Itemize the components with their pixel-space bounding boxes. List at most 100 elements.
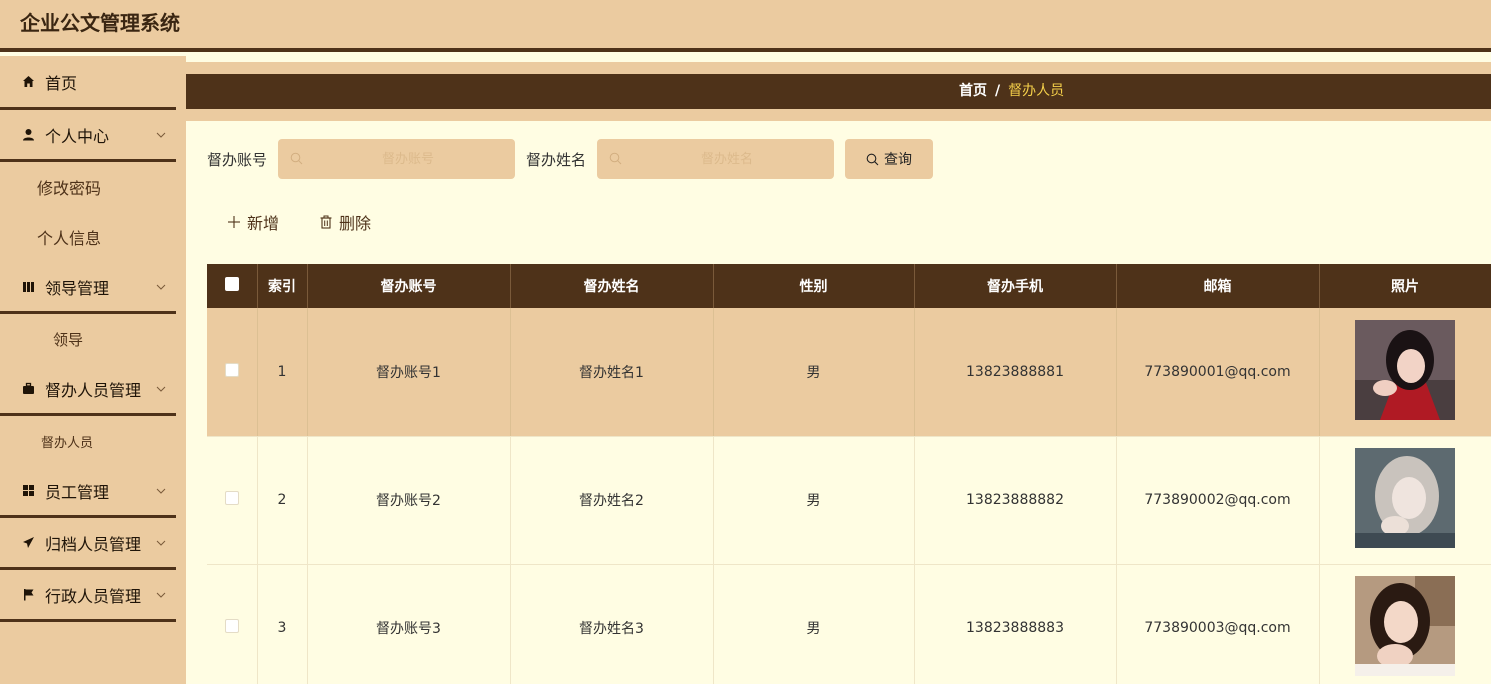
sidebar: 首页 个人中心 修改密码 个人信息 领导管理 领导 督办人员管理 督办人员 员工… <box>0 56 186 684</box>
divider <box>186 62 1491 74</box>
user-icon <box>20 127 36 143</box>
cell-phone: 13823888883 <box>914 564 1117 684</box>
column-header[interactable]: 索引 <box>257 264 308 308</box>
divider <box>186 109 1491 121</box>
sidebar-item-personal-center[interactable]: 个人中心 <box>0 110 176 162</box>
row-checkbox[interactable] <box>224 619 239 633</box>
sidebar-item-admin-management[interactable]: 行政人员管理 <box>0 570 176 622</box>
sidebar-item-label: 归档人员管理 <box>45 534 142 554</box>
cell-account: 督办账号1 <box>307 308 511 437</box>
sidebar-item-label: 个人中心 <box>45 126 110 146</box>
cell-account: 督办账号3 <box>307 564 511 684</box>
add-button-label: 新增 <box>247 214 280 233</box>
account-label: 督办账号 <box>207 150 268 169</box>
cell-phone: 13823888881 <box>914 308 1117 437</box>
select-all-checkbox[interactable] <box>224 277 239 291</box>
sidebar-item-archive-management[interactable]: 归档人员管理 <box>0 518 176 570</box>
chevron-down-icon <box>156 284 166 290</box>
account-search-input[interactable] <box>308 139 509 179</box>
cell-phone: 13823888882 <box>914 436 1117 565</box>
cell-name: 督办姓名2 <box>510 436 714 565</box>
cell-email: 773890001@qq.com <box>1116 308 1320 437</box>
home-icon <box>20 74 36 90</box>
supervisor-table: 索引 督办账号 督办姓名 性别 督办手机 邮箱 照片 1 督办账号1 督办姓名1… <box>207 264 1491 684</box>
sidebar-item-home[interactable]: 首页 <box>0 56 176 110</box>
column-header[interactable]: 督办手机 <box>914 264 1117 308</box>
sidebar-item-change-password[interactable]: 修改密码 <box>0 162 176 212</box>
column-header[interactable]: 督办姓名 <box>510 264 714 308</box>
avatar[interactable] <box>1355 448 1455 548</box>
table-row[interactable]: 2 督办账号2 督办姓名2 男 13823888882 773890002@qq… <box>207 436 1491 565</box>
breadcrumb-current: 督办人员 <box>1008 83 1065 99</box>
briefcase-icon <box>20 381 36 397</box>
sidebar-item-label: 首页 <box>45 73 78 93</box>
search-icon <box>290 152 303 165</box>
chevron-down-icon <box>156 540 166 546</box>
breadcrumb-bar: 首页 / 督办人员 <box>186 74 1491 109</box>
name-search-input[interactable] <box>627 139 828 179</box>
avatar[interactable] <box>1355 319 1455 420</box>
cell-index: 3 <box>257 564 308 684</box>
account-search-box <box>278 139 516 179</box>
sidebar-item-label: 员工管理 <box>45 482 110 502</box>
main-content: 首页 / 督办人员 督办账号 督办姓名 查询 新增 删除 <box>186 56 1491 684</box>
sidebar-item-employee-management[interactable]: 员工管理 <box>0 466 176 518</box>
row-select-cell <box>207 308 258 437</box>
app-title: 企业公文管理系统 <box>20 11 180 35</box>
grid-icon <box>20 483 36 499</box>
sidebar-item-label: 督办人员管理 <box>45 380 142 400</box>
column-header[interactable]: 性别 <box>713 264 915 308</box>
search-icon <box>609 152 622 165</box>
send-icon <box>20 535 36 551</box>
table-row[interactable]: 1 督办账号1 督办姓名1 男 13823888881 773890001@qq… <box>207 308 1491 437</box>
chevron-down-icon <box>156 488 166 494</box>
sidebar-item-label: 行政人员管理 <box>45 586 142 606</box>
sidebar-item-leader[interactable]: 领导 <box>0 314 176 364</box>
breadcrumb: 首页 / 督办人员 <box>959 82 1064 100</box>
table-row[interactable]: 3 督办账号3 督办姓名3 男 13823888883 773890003@qq… <box>207 564 1491 684</box>
row-checkbox[interactable] <box>224 491 239 505</box>
breadcrumb-home[interactable]: 首页 <box>959 83 987 99</box>
column-header[interactable]: 照片 <box>1319 264 1491 308</box>
sidebar-item-leader-management[interactable]: 领导管理 <box>0 262 176 314</box>
name-search-box <box>597 139 835 179</box>
cell-gender: 男 <box>713 436 915 565</box>
trash-icon <box>320 215 332 229</box>
sidebar-item-supervisor[interactable]: 督办人员 <box>0 416 176 466</box>
row-select-cell <box>207 564 258 684</box>
delete-button-label: 删除 <box>339 214 372 233</box>
avatar[interactable] <box>1355 576 1455 676</box>
name-label: 督办姓名 <box>526 150 587 169</box>
cell-name: 督办姓名3 <box>510 564 714 684</box>
sidebar-item-personal-info[interactable]: 个人信息 <box>0 212 176 262</box>
chevron-down-icon <box>156 592 166 598</box>
top-header: 企业公文管理系统 <box>0 0 1491 52</box>
cell-name: 督办姓名1 <box>510 308 714 437</box>
chevron-down-icon <box>156 386 166 392</box>
search-form: 督办账号 督办姓名 查询 <box>207 139 934 179</box>
cell-account: 督办账号2 <box>307 436 511 565</box>
chevron-down-icon <box>156 132 166 138</box>
sidebar-item-supervisor-management[interactable]: 督办人员管理 <box>0 364 176 416</box>
breadcrumb-separator: / <box>995 83 1001 99</box>
table-header-row: 索引 督办账号 督办姓名 性别 督办手机 邮箱 照片 <box>207 264 1491 308</box>
cell-index: 1 <box>257 308 308 437</box>
column-header[interactable]: 督办账号 <box>307 264 511 308</box>
column-header[interactable]: 邮箱 <box>1116 264 1320 308</box>
add-button[interactable]: 新增 <box>227 210 279 234</box>
cell-photo <box>1319 564 1491 684</box>
book-icon <box>20 279 36 295</box>
search-icon <box>866 153 879 165</box>
row-select-cell <box>207 436 258 565</box>
cell-gender: 男 <box>713 564 915 684</box>
query-button[interactable]: 查询 <box>845 139 934 179</box>
cell-gender: 男 <box>713 308 915 437</box>
action-toolbar: 新增 删除 <box>227 210 411 234</box>
delete-button[interactable]: 删除 <box>319 210 371 234</box>
cell-index: 2 <box>257 436 308 565</box>
flag-icon <box>20 587 36 603</box>
select-all-cell <box>207 264 258 308</box>
plus-icon <box>228 216 240 228</box>
query-button-label: 查询 <box>884 152 913 168</box>
row-checkbox[interactable] <box>224 362 239 377</box>
